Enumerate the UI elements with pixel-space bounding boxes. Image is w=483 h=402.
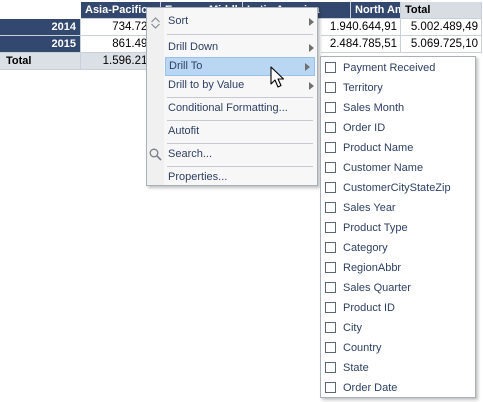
submenu-item-label: Sales Quarter [343,282,411,294]
submenu-item-label: State [343,362,369,374]
submenu-item-order-id[interactable]: Order ID [325,119,473,137]
menu-item-drill-down[interactable]: Drill Down [165,38,318,57]
menu-item-label: Sort [168,15,189,27]
submenu-item-region-abbr[interactable]: RegionAbbr [325,259,473,277]
submenu-item-label: Territory [343,82,383,94]
submenu-item-payment-received[interactable]: Payment Received [325,59,473,77]
checkbox[interactable] [325,342,336,353]
menu-item-label: Drill Down [168,41,219,53]
row-header-total[interactable]: Total [0,53,81,70]
submenu-arrow-icon [309,82,314,90]
submenu-item-sales-year[interactable]: Sales Year [325,199,473,217]
submenu-item-city[interactable]: City [325,319,473,337]
checkbox[interactable] [325,322,336,333]
menu-item-label: Autofit [168,125,200,137]
submenu-item-territory[interactable]: Territory [325,79,473,97]
menu-item-drill-to[interactable]: Drill To [165,57,315,76]
submenu-item-label: Sales Year [343,202,396,214]
row-header-2014[interactable]: 2014 [0,19,81,36]
menu-item-label: Drill to by Value [168,79,245,91]
checkbox[interactable] [325,382,336,393]
menu-separator [167,166,313,167]
checkbox[interactable] [325,82,336,93]
drill-to-submenu: Payment Received Territory Sales Month O… [320,56,476,398]
context-menu: Sort Drill Down Drill To Drill to by Val… [146,7,318,186]
submenu-item-label: Product ID [343,302,395,314]
checkbox[interactable] [325,122,336,133]
menu-separator [167,97,313,98]
submenu-item-label: Payment Received [343,62,436,74]
table-cell[interactable]: 2.484.785,51 [321,36,401,53]
submenu-arrow-icon [305,63,310,71]
menu-separator [167,34,313,35]
submenu-item-category[interactable]: Category [325,239,473,257]
checkbox[interactable] [325,302,336,313]
checkbox[interactable] [325,162,336,173]
checkbox[interactable] [325,362,336,373]
table-cell[interactable]: 5.002.489,49 [401,19,482,36]
submenu-item-product-name[interactable]: Product Name [325,139,473,157]
menu-item-drill-to-by-value[interactable]: Drill to by Value [165,76,318,95]
checkbox[interactable] [325,202,336,213]
submenu-item-label: City [343,322,362,334]
submenu-item-country[interactable]: Country [325,339,473,357]
submenu-item-product-type[interactable]: Product Type [325,219,473,237]
submenu-item-customer-city-state-zip[interactable]: CustomerCityStateZip [325,179,473,197]
submenu-item-label: RegionAbbr [343,262,402,274]
checkbox[interactable] [325,282,336,293]
menu-separator [167,143,313,144]
column-header-north-america[interactable]: North America [351,2,401,19]
checkbox[interactable] [325,262,336,273]
submenu-item-label: Category [343,242,388,254]
submenu-item-label: Order Date [343,382,398,394]
submenu-item-label: CustomerCityStateZip [343,182,451,194]
submenu-item-product-id[interactable]: Product ID [325,299,473,317]
checkbox[interactable] [325,62,336,73]
search-icon [149,148,162,161]
menu-item-autofit[interactable]: Autofit [165,122,318,141]
submenu-item-state[interactable]: State [325,359,473,377]
submenu-item-order-date[interactable]: Order Date [325,379,473,397]
submenu-item-sales-quarter[interactable]: Sales Quarter [325,279,473,297]
checkbox[interactable] [325,182,336,193]
submenu-item-label: Product Name [343,142,414,154]
menu-item-properties[interactable]: Properties... [165,168,318,187]
menu-separator [167,120,313,121]
menu-item-label: Properties... [168,171,228,183]
menu-item-conditional-formatting[interactable]: Conditional Formatting... [165,99,318,118]
table-cell[interactable]: 5.069.725,10 [401,36,482,53]
submenu-arrow-icon [309,18,314,26]
menu-item-sort[interactable]: Sort [165,12,318,31]
menu-item-label: Drill To [169,60,203,72]
submenu-arrow-icon [309,44,314,52]
menu-item-label: Search... [168,148,213,160]
submenu-item-customer-name[interactable]: Customer Name [325,159,473,177]
checkbox[interactable] [325,222,336,233]
submenu-item-label: Order ID [343,122,386,134]
submenu-item-sales-month[interactable]: Sales Month [325,99,473,117]
mouse-pointer-icon [270,66,285,88]
checkbox[interactable] [325,102,336,113]
menu-item-search[interactable]: Search... [165,145,318,164]
sort-icon [151,17,160,29]
checkbox[interactable] [325,142,336,153]
row-header-2015[interactable]: 2015 [0,36,81,53]
submenu-item-label: Product Type [343,222,408,234]
checkbox[interactable] [325,242,336,253]
submenu-item-label: Country [343,342,382,354]
column-header-total[interactable]: Total [401,2,482,19]
submenu-item-label: Sales Month [343,102,405,114]
submenu-item-label: Customer Name [343,162,424,174]
menu-item-label: Conditional Formatting... [168,102,288,114]
table-cell[interactable]: 1.940.644,91 [321,19,401,36]
